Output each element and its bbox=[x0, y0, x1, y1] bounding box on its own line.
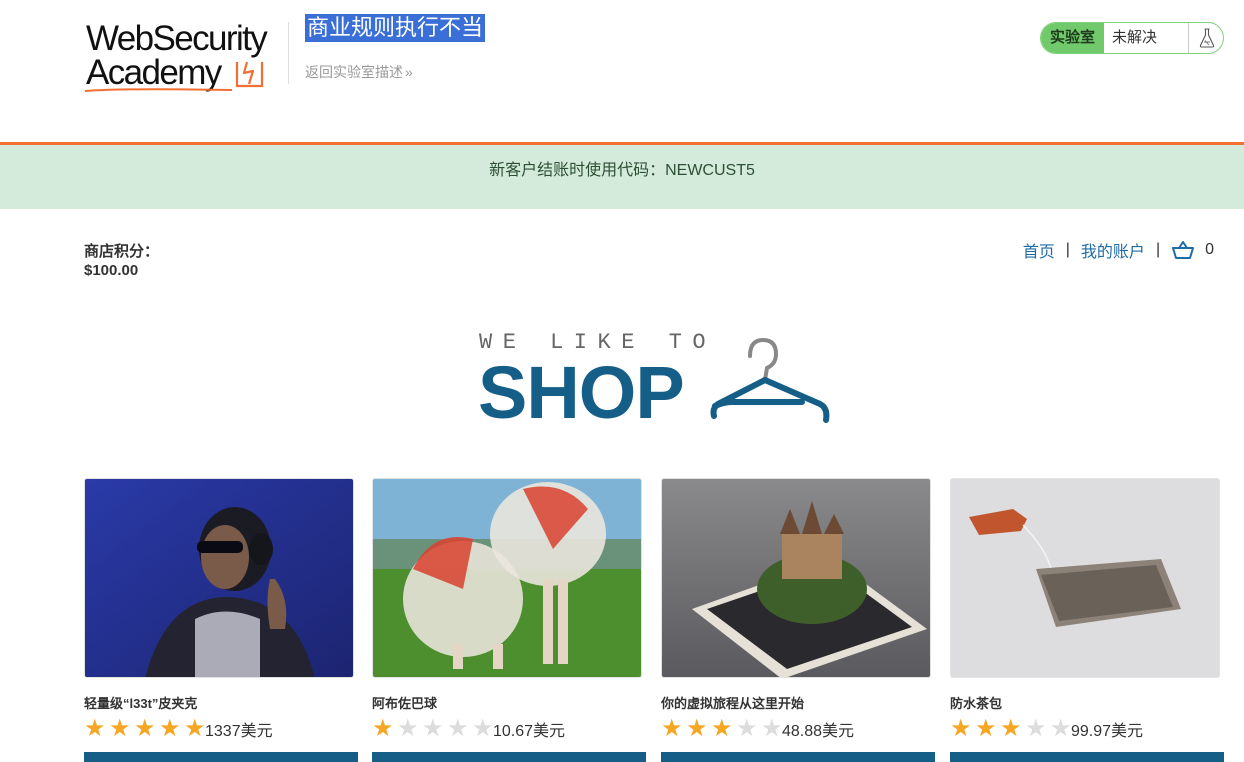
star-filled-icon: ★ bbox=[950, 715, 972, 742]
logo-line2: Academy bbox=[86, 53, 222, 92]
star-filled-icon: ★ bbox=[661, 715, 683, 742]
star-filled-icon: ★ bbox=[711, 715, 733, 742]
product-card: 阿布佐巴球 ★ ★ ★ ★ ★ 10.67美元 bbox=[372, 478, 646, 762]
header-divider bbox=[288, 22, 289, 84]
product-price: 99.97美元 bbox=[1071, 723, 1144, 740]
product-name: 阿布佐巴球 bbox=[372, 696, 438, 711]
star-filled-icon: ★ bbox=[159, 715, 181, 742]
lab-status-value: 未解决 bbox=[1112, 29, 1158, 46]
product-image-leather-jacket[interactable] bbox=[84, 478, 354, 678]
product-image-virtual-journey[interactable] bbox=[661, 478, 931, 678]
view-details-button[interactable] bbox=[84, 752, 358, 762]
product-price: 10.67美元 bbox=[493, 723, 566, 740]
star-filled-icon: ★ bbox=[84, 715, 106, 742]
store-credit-label: 商店积分： bbox=[84, 243, 160, 260]
lab-status-widget: 实验室 未解决 bbox=[1040, 22, 1224, 54]
nav-separator: | bbox=[1155, 241, 1161, 258]
product-rating: ★ ★ ★ ★ ★ 99.97美元 bbox=[950, 716, 1224, 742]
double-chevron-icon: » bbox=[405, 64, 413, 80]
logo-lightning-icon bbox=[235, 61, 264, 88]
star-empty-icon: ★ bbox=[397, 715, 419, 742]
star-filled-icon: ★ bbox=[1000, 715, 1022, 742]
banner-title: SHOP bbox=[478, 351, 685, 434]
lab-title: 商业规则执行不当 bbox=[305, 14, 486, 42]
view-details-button[interactable] bbox=[661, 752, 935, 762]
product-card: 你的虚拟旅程从这里开始 ★ ★ ★ ★ ★ 48.88美元 bbox=[661, 478, 935, 762]
star-empty-icon: ★ bbox=[422, 715, 444, 742]
star-filled-icon: ★ bbox=[372, 715, 394, 742]
logo-line1: WebSecurity bbox=[86, 19, 268, 58]
product-image-waterproof-tea-bag[interactable] bbox=[950, 478, 1220, 678]
back-link-label: 返回实验室描述 bbox=[305, 64, 403, 80]
star-filled-icon: ★ bbox=[134, 715, 156, 742]
star-empty-icon: ★ bbox=[447, 715, 469, 742]
flask-icon[interactable] bbox=[1188, 23, 1223, 53]
lab-status-tag: 实验室 bbox=[1041, 23, 1104, 53]
nav-home-link[interactable]: 首页 bbox=[1023, 238, 1055, 262]
top-navigation: 首页 | 我的账户 | 0 bbox=[1023, 238, 1214, 262]
star-filled-icon: ★ bbox=[975, 715, 997, 742]
star-empty-icon: ★ bbox=[736, 715, 758, 742]
view-details-button[interactable] bbox=[372, 752, 646, 762]
product-name: 轻量级“l33t”皮夹克 bbox=[84, 696, 198, 711]
clothes-hanger-icon bbox=[710, 337, 830, 423]
header: WebSecurity Academy 商业规则执行不当 返回实验室描述» 实验… bbox=[0, 0, 1244, 142]
product-card: 防水茶包 ★ ★ ★ ★ ★ 99.97美元 bbox=[950, 478, 1224, 762]
product-price: 48.88美元 bbox=[782, 723, 855, 740]
product-price: 1337美元 bbox=[205, 723, 273, 740]
back-to-lab-description-link[interactable]: 返回实验室描述» bbox=[305, 62, 413, 82]
cart-count[interactable]: 0 bbox=[1205, 241, 1214, 259]
store-credit-value: $100.00 bbox=[84, 262, 139, 279]
product-name: 防水茶包 bbox=[950, 696, 1003, 711]
product-card: 轻量级“l33t”皮夹克 ★ ★ ★ ★ ★ 1337美元 bbox=[84, 478, 358, 762]
star-filled-icon: ★ bbox=[109, 715, 131, 742]
nav-my-account-link[interactable]: 我的账户 bbox=[1081, 238, 1145, 262]
star-empty-icon: ★ bbox=[1025, 715, 1047, 742]
product-rating: ★ ★ ★ ★ ★ 48.88美元 bbox=[661, 716, 935, 742]
we-like-to-shop-banner: WE LIKE TO SHOP bbox=[478, 330, 838, 430]
product-name: 你的虚拟旅程从这里开始 bbox=[661, 696, 805, 711]
nav-separator: | bbox=[1065, 241, 1070, 258]
product-image-zorb-ball[interactable] bbox=[372, 478, 642, 678]
view-details-button[interactable] bbox=[950, 752, 1224, 762]
web-security-academy-logo[interactable]: WebSecurity Academy bbox=[84, 18, 284, 94]
logo-underline-icon bbox=[84, 88, 233, 92]
product-rating: ★ ★ ★ ★ ★ 1337美元 bbox=[84, 716, 358, 742]
star-filled-icon: ★ bbox=[686, 715, 708, 742]
product-rating: ★ ★ ★ ★ ★ 10.67美元 bbox=[372, 716, 646, 742]
promo-notice: 新客户结账时使用代码：NEWCUST5 bbox=[0, 145, 1244, 209]
shopping-cart-icon[interactable] bbox=[1171, 240, 1195, 260]
